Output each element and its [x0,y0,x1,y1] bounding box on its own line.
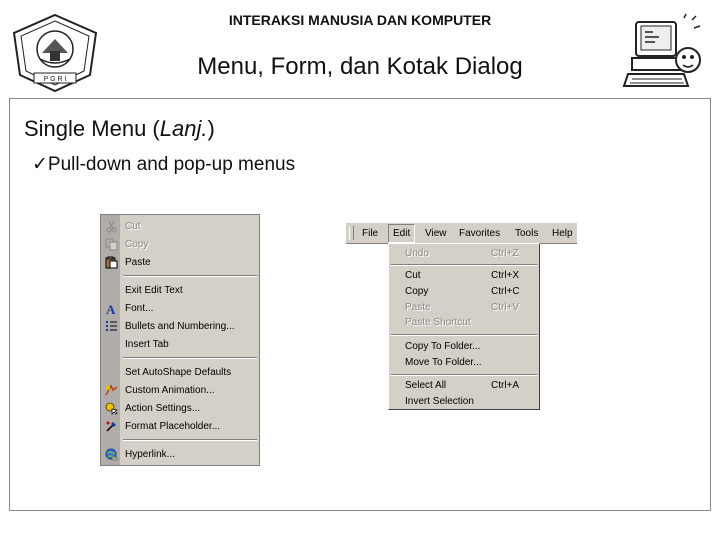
heading-text: Single Menu ( [24,116,160,141]
edit-item-copy-to-folder[interactable]: Copy To Folder... [389,339,539,355]
context-item-label: Insert Tab [125,339,169,350]
animation-icon [105,384,118,396]
context-item-label: Paste [125,257,151,268]
edit-item-shortcut: Ctrl+C [491,286,520,297]
edit-item-shortcut: Ctrl+V [491,302,520,313]
context-item-font[interactable]: A Font... [101,300,259,317]
context-item-label: Set AutoShape Defaults [125,367,232,378]
menu-tools[interactable]: Tools [515,228,538,239]
edit-item-invert-selection[interactable]: Invert Selection [389,394,539,410]
context-item-exit-edit-text[interactable]: Exit Edit Text [101,282,259,299]
menubar-grip[interactable] [349,226,354,240]
section-heading: Single Menu (Lanj.) [24,116,215,142]
menu-separator [391,374,537,376]
edit-item-label: Move To Folder... [405,357,482,368]
context-item-autoshape-defaults[interactable]: Set AutoShape Defaults [101,364,259,381]
context-item-bullets[interactable]: Bullets and Numbering... [101,318,259,335]
context-item-copy[interactable]: Copy [101,236,259,253]
edit-item-shortcut: Ctrl+X [491,270,520,281]
edit-item-label: Undo [405,248,429,259]
bullet-item: ✓Pull-down and pop-up menus [32,153,295,176]
heading-italic-text: Lanj. [159,116,208,141]
edit-menu-dropdown: Undo Ctrl+Z Cut Ctrl+X Copy Ctrl+C Paste… [388,243,540,410]
context-item-paste[interactable]: Paste [101,254,259,271]
menu-separator [123,275,257,277]
hyperlink-icon [105,448,118,461]
bullets-icon [106,321,117,331]
edit-item-label: Paste [405,302,431,313]
edit-item-copy[interactable]: Copy Ctrl+C [389,284,539,300]
font-icon: A [106,302,116,315]
edit-item-label: Copy To Folder... [405,341,481,352]
menu-separator [391,334,537,336]
context-item-label: Copy [125,239,149,250]
checkmark-bullet-icon: ✓ [32,153,48,175]
logo-text: P G R I [44,76,67,83]
context-item-cut[interactable]: Cut [101,218,259,235]
menu-separator [123,357,257,359]
context-item-label: Format Placeholder... [125,421,221,432]
computer-clipart-icon [622,13,701,87]
edit-item-undo[interactable]: Undo Ctrl+Z [389,246,539,262]
context-item-label: Exit Edit Text [125,285,183,296]
svg-text:A: A [106,302,116,315]
context-item-label: Hyperlink... [125,449,176,460]
menu-view[interactable]: View [425,228,447,239]
context-item-insert-tab[interactable]: Insert Tab [101,336,259,353]
edit-item-move-to-folder[interactable]: Move To Folder... [389,355,539,371]
copy-icon [105,238,118,251]
edit-item-label: Copy [405,286,429,297]
edit-item-shortcut: Ctrl+A [491,380,520,391]
bullet-text: Pull-down and pop-up menus [47,154,296,175]
context-item-action-settings[interactable]: Action Settings... [101,400,259,417]
pgri-logo: P G R I [12,13,98,93]
menu-help[interactable]: Help [552,228,573,239]
context-menu: Cut Copy Paste Exit Edit Text A Font... … [100,214,260,466]
menu-separator [391,264,537,266]
context-item-label: Bullets and Numbering... [125,321,235,332]
edit-item-cut[interactable]: Cut Ctrl+X [389,268,539,284]
edit-item-paste-shortcut[interactable]: Paste Shortcut [389,315,539,331]
action-icon [105,402,118,415]
edit-item-label: Select All [405,380,447,391]
edit-item-label: Paste Shortcut [405,317,471,328]
format-icon [106,421,116,432]
menu-edit[interactable]: Edit [388,224,416,243]
slide-title: Menu, Form, dan Kotak Dialog [197,53,523,80]
edit-item-shortcut: Ctrl+Z [491,248,519,259]
scissors-icon [106,220,117,233]
context-item-label: Custom Animation... [125,385,215,396]
menu-favorites[interactable]: Favorites [459,228,500,239]
heading-end-text: ) [207,116,215,141]
context-item-label: Font... [125,303,154,314]
menu-bar: File Edit View Favorites Tools Help [346,222,577,244]
context-item-format-placeholder[interactable]: Format Placeholder... [101,418,259,435]
edit-item-label: Invert Selection [405,396,474,407]
edit-item-select-all[interactable]: Select All Ctrl+A [389,378,539,394]
edit-item-paste[interactable]: Paste Ctrl+V [389,300,539,316]
context-item-label: Cut [125,221,141,232]
menu-separator [123,439,257,441]
context-item-label: Action Settings... [125,403,201,414]
context-item-hyperlink[interactable]: Hyperlink... [101,446,259,463]
course-title: INTERAKSI MANUSIA DAN KOMPUTER [228,12,492,28]
menu-file[interactable]: File [362,228,378,239]
paste-icon [105,256,118,269]
edit-item-label: Cut [405,270,421,281]
context-item-custom-animation[interactable]: Custom Animation... [101,382,259,399]
